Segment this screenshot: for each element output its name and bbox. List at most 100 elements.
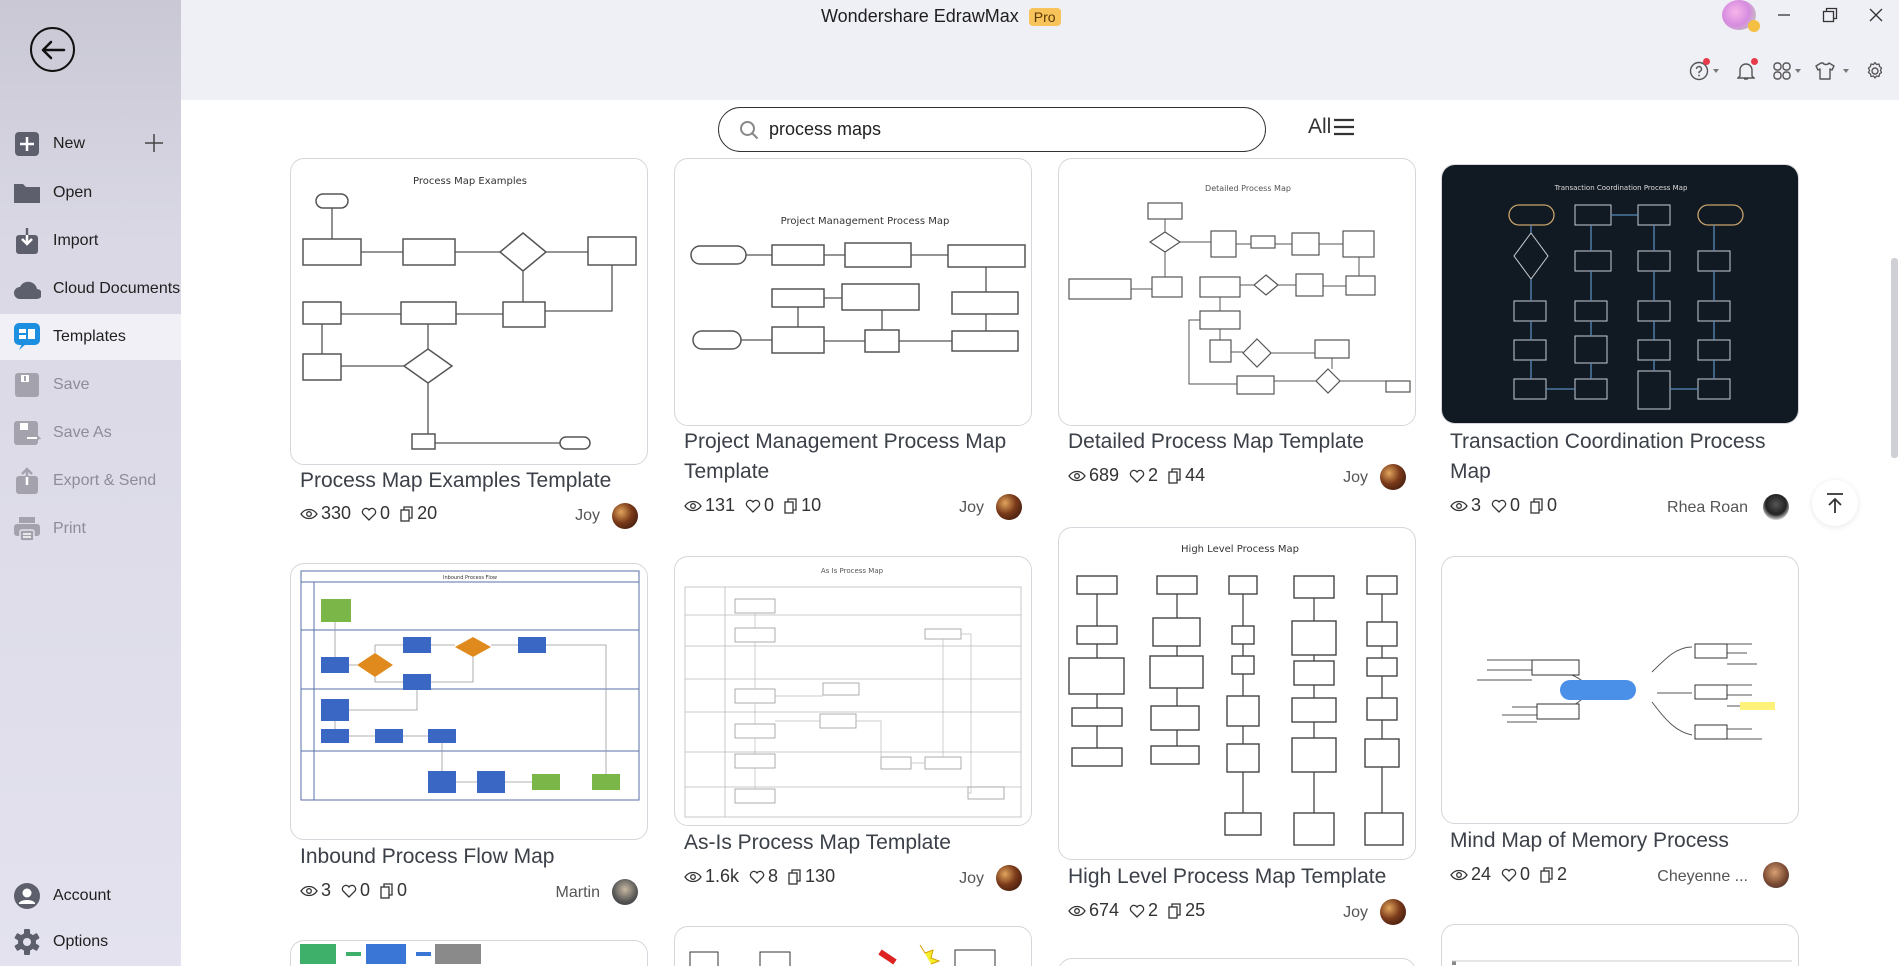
search-input[interactable] — [769, 119, 1249, 140]
author-name[interactable]: Rhea Roan — [1628, 499, 1748, 517]
app-title-text: Wondershare EdrawMax — [821, 6, 1019, 26]
template-title[interactable]: Detailed Process Map Template — [1068, 427, 1364, 457]
new-icon — [13, 130, 41, 158]
like-count: 0 — [1510, 495, 1521, 515]
author-name[interactable]: Joy — [520, 507, 600, 525]
heart-icon — [1129, 469, 1145, 483]
chevron-down-icon — [1713, 69, 1719, 73]
category-filter-label: All — [1308, 115, 1332, 138]
template-stats: 131 0 10 — [684, 495, 831, 516]
template-stats: 3 0 0 — [300, 880, 417, 901]
sidebar-item-label: Open — [53, 184, 93, 201]
author-name[interactable]: Joy — [904, 870, 984, 888]
template-thumbnail[interactable] — [1441, 556, 1799, 824]
template-title[interactable]: Process Map Examples Template — [300, 466, 611, 496]
author-avatar[interactable] — [1763, 494, 1789, 520]
template-thumbnail[interactable] — [1441, 924, 1799, 966]
template-title[interactable]: As-Is Process Map Template — [684, 828, 951, 858]
back-button[interactable] — [30, 27, 75, 72]
notifications-button[interactable] — [1737, 58, 1758, 81]
thumbnail-preview — [300, 944, 481, 964]
template-title[interactable]: High Level Process Map Template — [1068, 862, 1386, 892]
copy-icon — [1530, 497, 1543, 514]
thumbnail-preview — [1477, 643, 1775, 740]
template-thumbnail[interactable] — [290, 940, 648, 966]
template-thumbnail[interactable]: Transaction Coordination Process Map — [1441, 164, 1799, 424]
preview-title: Detailed Process Map — [1205, 184, 1291, 193]
category-filter-button[interactable]: All — [1308, 115, 1355, 139]
author-avatar[interactable] — [1763, 862, 1789, 888]
restore-button[interactable] — [1807, 0, 1853, 30]
template-title[interactable]: Mind Map of Memory Process — [1450, 826, 1729, 856]
heart-icon — [745, 499, 761, 513]
close-button[interactable] — [1853, 0, 1899, 30]
template-thumbnail[interactable] — [674, 926, 1032, 966]
author-avatar[interactable] — [1380, 899, 1406, 925]
sidebar-item-templates[interactable]: Templates — [0, 314, 181, 360]
like-count: 8 — [768, 866, 779, 886]
minimize-button[interactable] — [1761, 0, 1807, 30]
user-avatar[interactable] — [1722, 0, 1760, 32]
restore-icon — [1822, 7, 1838, 23]
scrollbar[interactable] — [1891, 258, 1898, 458]
view-count: 24 — [1471, 864, 1492, 884]
sidebar-item-import[interactable]: Import — [0, 218, 181, 264]
author-avatar[interactable] — [612, 503, 638, 529]
sidebar-item-print[interactable]: Print — [0, 506, 181, 552]
preview-title: Transaction Coordination Process Map — [1554, 184, 1688, 192]
apps-grid-icon — [1773, 62, 1791, 80]
template-thumbnail[interactable]: High Level Process Map — [1058, 527, 1416, 860]
author-name[interactable]: Joy — [1288, 469, 1368, 487]
settings-button[interactable] — [1865, 61, 1885, 81]
sidebar-item-label: Export & Send — [53, 472, 157, 489]
author-name[interactable]: Cheyenne ... — [1628, 868, 1748, 886]
template-thumbnail[interactable]: Inbound Process Flow — [290, 563, 648, 840]
sidebar-item-options[interactable]: Options — [0, 919, 181, 965]
heart-icon — [361, 507, 377, 521]
apps-button[interactable] — [1773, 62, 1801, 80]
sidebar-item-label: Account — [53, 887, 111, 904]
author-avatar[interactable] — [996, 865, 1022, 891]
template-thumbnail[interactable]: Process Map Examples — [290, 158, 648, 465]
sidebar-item-save-as[interactable]: Save As — [0, 410, 181, 456]
like-count: 2 — [1148, 900, 1159, 920]
author-avatar[interactable] — [1380, 464, 1406, 490]
template-thumbnail[interactable] — [1058, 958, 1416, 966]
template-title[interactable]: Project Management Process Map Template — [684, 427, 1024, 487]
plus-icon[interactable] — [143, 132, 165, 154]
template-thumbnail[interactable]: Project Management Process Map — [674, 158, 1032, 426]
copy-count: 0 — [1547, 495, 1558, 515]
template-thumbnail[interactable]: Detailed Process Map — [1058, 158, 1416, 426]
sidebar-item-save[interactable]: Save — [0, 362, 181, 408]
author-avatar[interactable] — [996, 494, 1022, 520]
vip-badge-icon — [1748, 20, 1760, 32]
author-avatar[interactable] — [612, 879, 638, 905]
author-name[interactable]: Martin — [520, 884, 600, 902]
thumbnail-preview: As Is Process Map — [684, 567, 1022, 818]
template-thumbnail[interactable]: As Is Process Map — [674, 556, 1032, 826]
cloud-icon — [13, 275, 41, 303]
author-name[interactable]: Joy — [1288, 904, 1368, 922]
back-to-top-button[interactable] — [1812, 480, 1858, 526]
thumbnail-preview: High Level Process Map — [1068, 544, 1404, 846]
template-stats: 674 2 25 — [1068, 900, 1215, 921]
sidebar-item-label: Options — [53, 933, 109, 950]
sidebar-item-open[interactable]: Open — [0, 170, 181, 216]
copy-count: 25 — [1185, 900, 1206, 920]
sidebar-item-new[interactable]: New — [0, 121, 181, 167]
author-name[interactable]: Joy — [904, 499, 984, 517]
sidebar-item-label: Templates — [53, 328, 126, 345]
view-count: 3 — [321, 880, 332, 900]
sidebar-item-export-send[interactable]: Export & Send — [0, 458, 181, 504]
chevron-down-icon — [1795, 69, 1801, 73]
template-title[interactable]: Transaction Coordination Process Map — [1450, 427, 1810, 487]
template-title[interactable]: Inbound Process Flow Map — [300, 842, 554, 872]
minimize-icon — [1778, 14, 1790, 16]
help-button[interactable] — [1689, 58, 1719, 81]
arrow-up-to-top-icon — [1827, 493, 1843, 513]
copy-icon — [788, 868, 801, 885]
sidebar-item-account[interactable]: Account — [0, 873, 181, 919]
sidebar-item-cloud-documents[interactable]: Cloud Documents — [0, 266, 181, 312]
theme-button[interactable] — [1815, 62, 1849, 80]
export-icon — [13, 467, 41, 495]
